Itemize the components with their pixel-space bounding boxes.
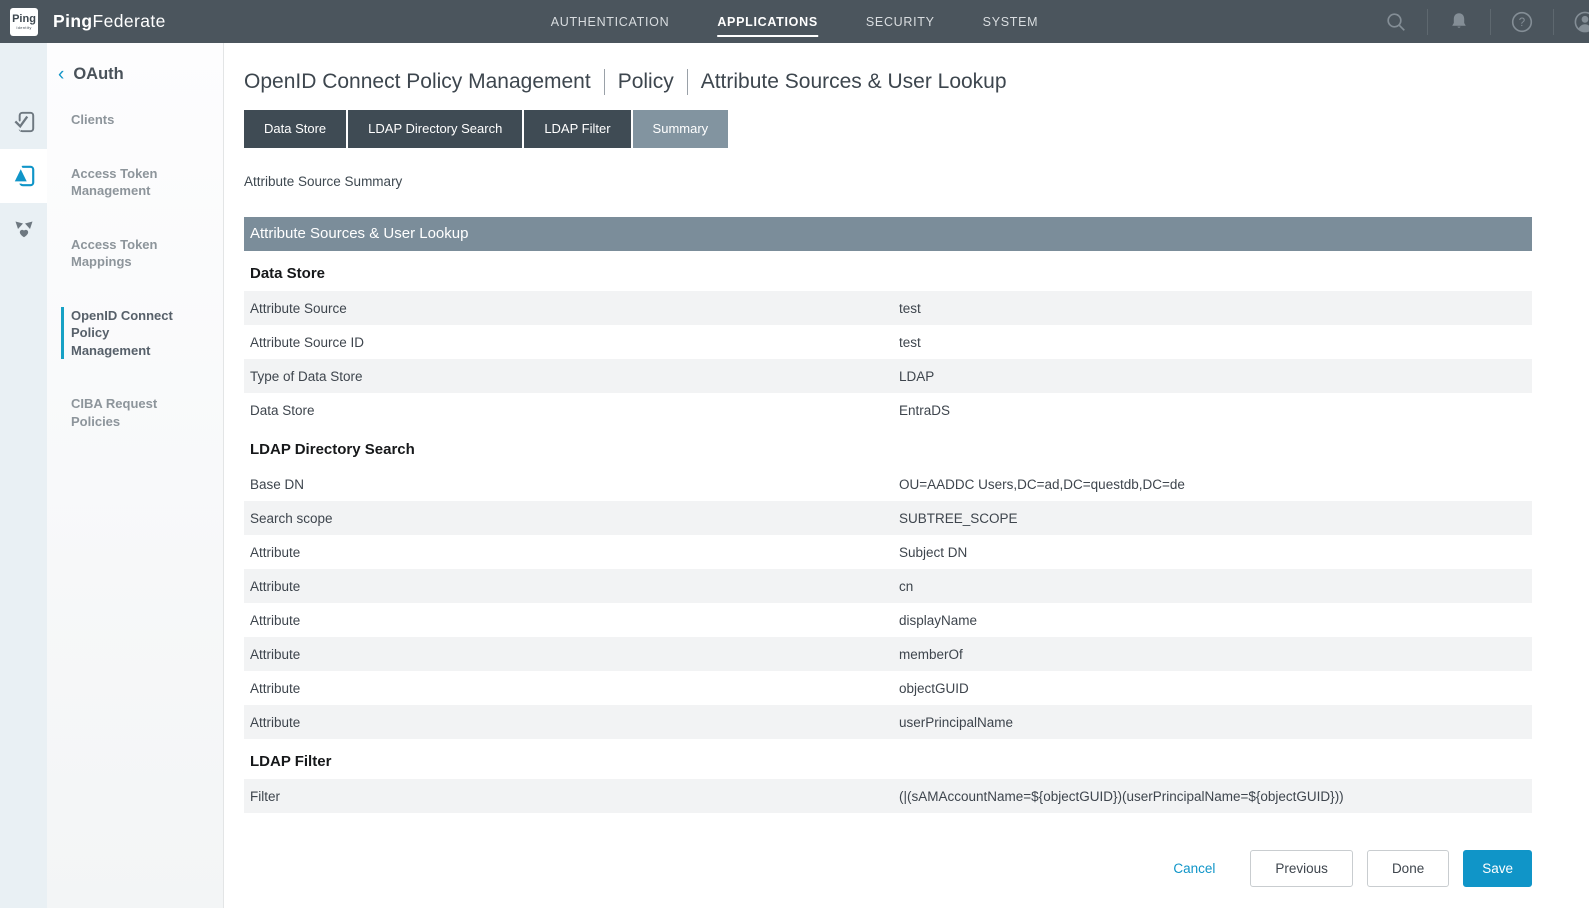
row-label: Attribute <box>244 681 899 696</box>
footer-actions: Cancel Previous Done Save <box>244 850 1532 887</box>
row-label: Attribute <box>244 545 899 560</box>
tab-ldap-directory-search[interactable]: LDAP Directory Search <box>348 110 522 148</box>
mappings-icon[interactable] <box>0 203 47 257</box>
product-name-bold: Ping <box>53 11 93 31</box>
sidebar-item-access-token-management[interactable]: Access Token Management <box>71 165 193 200</box>
page-title-segment: Policy <box>618 70 674 94</box>
row-label: Attribute Source ID <box>244 335 899 350</box>
section-heading-ldap-directory-search: LDAP Directory Search <box>244 440 1532 459</box>
section-heading-data-store: Data Store <box>244 264 1532 283</box>
row-value: EntraDS <box>899 403 1532 418</box>
row-label: Search scope <box>244 511 899 526</box>
row-label: Filter <box>244 789 899 804</box>
ping-logo-subtext: Identity <box>16 25 31 30</box>
ping-logo-text: Ping <box>12 14 36 25</box>
row-value: LDAP <box>899 369 1532 384</box>
nav-item-applications[interactable]: APPLICATIONS <box>717 11 818 33</box>
nav-item-system[interactable]: SYSTEM <box>983 11 1039 33</box>
summary-caption: Attribute Source Summary <box>244 174 1532 189</box>
product-name: PingFederate <box>53 11 166 32</box>
clients-icon[interactable] <box>0 95 47 149</box>
icon-divider <box>1490 9 1491 35</box>
primary-nav: AUTHENTICATION APPLICATIONS SECURITY SYSTEM <box>551 0 1039 43</box>
row-label: Attribute <box>244 715 899 730</box>
product-name-light: Federate <box>93 11 166 31</box>
nav-item-security[interactable]: SECURITY <box>866 11 935 33</box>
sidebar-item-access-token-mappings[interactable]: Access Token Mappings <box>71 236 193 271</box>
tab-ldap-filter[interactable]: LDAP Filter <box>524 110 630 148</box>
icon-divider <box>1553 9 1554 35</box>
previous-button[interactable]: Previous <box>1250 850 1353 887</box>
table-row: Search scopeSUBTREE_SCOPE <box>244 501 1532 535</box>
page-title-segment: Attribute Sources & User Lookup <box>701 70 1007 94</box>
table-row: Type of Data StoreLDAP <box>244 359 1532 393</box>
sidebar-menu: Clients Access Token Management Access Tok… <box>47 111 223 430</box>
row-label: Data Store <box>244 403 899 418</box>
row-label: Attribute <box>244 579 899 594</box>
sidebar-section-title: OAuth <box>73 65 123 84</box>
top-bar: Ping Identity PingFederate AUTHENTICATIO… <box>0 0 1589 43</box>
row-label: Type of Data Store <box>244 369 899 384</box>
row-label: Attribute <box>244 647 899 662</box>
row-value: memberOf <box>899 647 1532 662</box>
step-tabs: Data StoreLDAP Directory SearchLDAP Filt… <box>244 110 1532 148</box>
row-value: userPrincipalName <box>899 715 1532 730</box>
search-icon[interactable] <box>1384 10 1408 34</box>
icon-divider <box>1427 9 1428 35</box>
page-title-segment: OpenID Connect Policy Management <box>244 70 591 94</box>
access-token-icon[interactable] <box>0 149 47 203</box>
row-value: OU=AADDC Users,DC=ad,DC=questdb,DC=de <box>899 477 1532 492</box>
table-row: Filter(|(sAMAccountName=${objectGUID})(u… <box>244 779 1532 813</box>
row-label: Base DN <box>244 477 899 492</box>
tab-data-store[interactable]: Data Store <box>244 110 346 148</box>
sidebar-item-clients[interactable]: Clients <box>71 111 193 129</box>
sidebar-icon-rail <box>0 43 47 908</box>
back-chevron-icon[interactable]: ‹ <box>56 66 66 84</box>
help-icon[interactable]: ? <box>1510 10 1534 34</box>
table-row: Attributecn <box>244 569 1532 603</box>
sidebar-item-openid-connect-policy-management[interactable]: OpenID Connect Policy Management <box>61 307 183 360</box>
row-value: (|(sAMAccountName=${objectGUID})(userPri… <box>899 789 1532 804</box>
row-label: Attribute Source <box>244 301 899 316</box>
tab-summary[interactable]: Summary <box>633 110 729 148</box>
done-button[interactable]: Done <box>1367 850 1449 887</box>
section-heading-ldap-filter: LDAP Filter <box>244 752 1532 771</box>
row-value: test <box>899 301 1532 316</box>
table-row: Data StoreEntraDS <box>244 393 1532 427</box>
row-value: displayName <box>899 613 1532 628</box>
nav-item-authentication[interactable]: AUTHENTICATION <box>551 11 670 33</box>
cancel-link[interactable]: Cancel <box>1173 861 1215 876</box>
summary-table-body: Data StoreAttribute SourcetestAttribute … <box>244 264 1532 813</box>
ping-logo[interactable]: Ping Identity <box>10 8 38 36</box>
row-value: Subject DN <box>899 545 1532 560</box>
row-value: objectGUID <box>899 681 1532 696</box>
row-value: cn <box>899 579 1532 594</box>
page-title: OpenID Connect Policy Management Policy At… <box>244 69 1532 95</box>
table-row: AttributeobjectGUID <box>244 671 1532 705</box>
table-row: AttributedisplayName <box>244 603 1532 637</box>
title-separator <box>604 69 605 95</box>
notifications-bell-icon[interactable] <box>1447 10 1471 34</box>
main-content: OpenID Connect Policy Management Policy At… <box>224 43 1589 908</box>
table-row: AttributeSubject DN <box>244 535 1532 569</box>
table-row: Attribute Source IDtest <box>244 325 1532 359</box>
table-row: AttributeuserPrincipalName <box>244 705 1532 739</box>
summary-table-header: Attribute Sources & User Lookup <box>244 217 1532 251</box>
sidebar-header: ‹ OAuth <box>47 65 223 84</box>
table-row: Attribute Sourcetest <box>244 291 1532 325</box>
sidebar-item-ciba-request-policies[interactable]: CIBA Request Policies <box>71 395 193 430</box>
save-button[interactable]: Save <box>1463 850 1532 887</box>
row-value: SUBTREE_SCOPE <box>899 511 1532 526</box>
top-bar-icons: ? <box>1365 0 1589 43</box>
row-value: test <box>899 335 1532 350</box>
sidebar: ‹ OAuth Clients Access Token Management Ac… <box>47 43 224 908</box>
row-label: Attribute <box>244 613 899 628</box>
title-separator <box>687 69 688 95</box>
account-icon[interactable] <box>1573 10 1589 34</box>
table-row: Base DNOU=AADDC Users,DC=ad,DC=questdb,D… <box>244 467 1532 501</box>
table-row: AttributememberOf <box>244 637 1532 671</box>
svg-text:?: ? <box>1519 17 1525 29</box>
